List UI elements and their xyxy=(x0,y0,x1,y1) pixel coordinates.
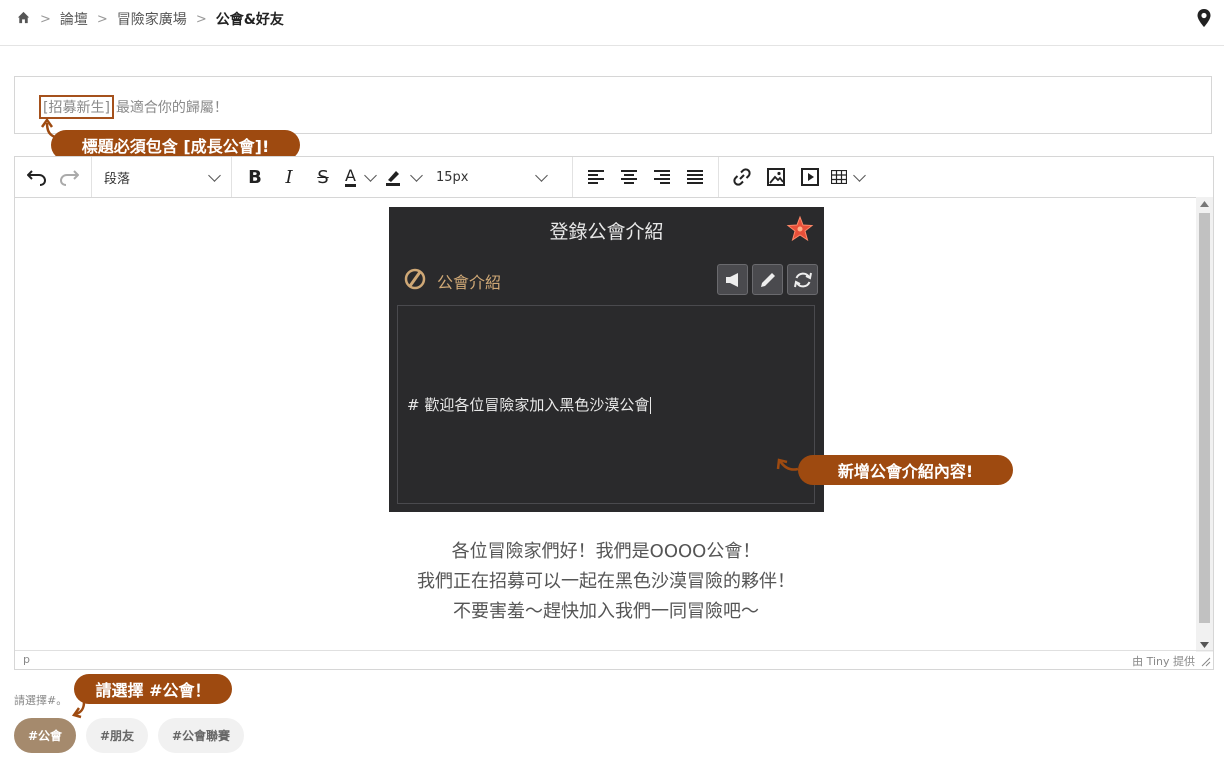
callout-arrow-icon xyxy=(71,701,86,719)
content-line: 不要害羞～趕快加入我們一同冒險吧～ xyxy=(453,601,759,622)
tag-list: #公會 #朋友 #公會聯賽 xyxy=(14,718,254,753)
game-text-line: # 歡迎各位冒險家加入黑色沙漠公會 xyxy=(407,394,652,415)
editor-statusbar: p 由 Tiny 提供 xyxy=(15,650,1213,669)
game-subtitle: 公會介紹 xyxy=(437,273,502,292)
toolbar-group-align xyxy=(573,157,719,197)
italic-icon[interactable]: I xyxy=(272,162,306,192)
link-icon[interactable] xyxy=(725,162,759,192)
location-pin-icon[interactable] xyxy=(1196,8,1212,32)
title-highlight: [招募新生] xyxy=(39,95,114,119)
guild-emblem-icon xyxy=(403,267,427,295)
tag-friend[interactable]: #朋友 xyxy=(86,718,148,753)
align-center-icon[interactable] xyxy=(612,162,645,192)
font-size-value: 15px xyxy=(436,169,469,185)
title-rest: 最適合你的歸屬！ xyxy=(115,100,228,116)
game-guild-intro-header: 公會介紹 xyxy=(403,267,501,295)
rich-text-editor[interactable]: 段落 B I S A 15px 登錄公會介紹 公會介紹 # 歡迎各位冒險家加入黑… xyxy=(14,156,1214,670)
scroll-down-icon[interactable] xyxy=(1200,642,1209,648)
align-left-icon[interactable] xyxy=(579,162,612,192)
font-size-select[interactable]: 15px xyxy=(430,162,552,192)
tag-guild[interactable]: #公會 xyxy=(14,718,76,753)
chevron-right-icon: > xyxy=(96,11,108,27)
star-icon xyxy=(786,215,814,247)
chevron-right-icon: > xyxy=(40,11,51,27)
editor-scrollbar[interactable] xyxy=(1196,197,1213,652)
editor-toolbar: 段落 B I S A 15px xyxy=(15,157,1213,198)
breadcrumb: > 論壇 > 冒險家廣場 > 公會&好友 xyxy=(16,9,284,29)
toolbar-group-format: 段落 xyxy=(92,157,232,197)
content-line: 我們正在招募可以一起在黑色沙漠冒險的夥伴！ xyxy=(417,571,795,592)
block-format-select[interactable]: 段落 xyxy=(98,162,225,192)
align-justify-icon[interactable] xyxy=(679,162,712,192)
redo-icon[interactable] xyxy=(53,162,85,192)
refresh-icon xyxy=(787,264,818,295)
editor-content[interactable]: 登錄公會介紹 公會介紹 # 歡迎各位冒險家加入黑色沙漠公會 各位冒險家們好！我們… xyxy=(15,197,1197,652)
pencil-icon xyxy=(752,264,783,295)
home-icon[interactable] xyxy=(16,10,31,29)
breadcrumb-item-current: 公會&好友 xyxy=(215,12,284,28)
toolbar-group-history xyxy=(15,157,92,197)
game-window-title: 登錄公會介紹 xyxy=(549,221,664,243)
strikethrough-icon[interactable]: S xyxy=(306,162,340,192)
callout-tag-rule: 請選擇 #公會！ xyxy=(74,674,232,704)
title-value: [招募新生] 最適合你的歸屬！ xyxy=(39,95,228,119)
callout-content-rule: 新增公會介紹內容! xyxy=(798,455,1013,485)
undo-icon[interactable] xyxy=(21,162,53,192)
editor-body-text[interactable]: 各位冒險家們好！我們是OOOO公會！ 我們正在招募可以一起在黑色沙漠冒險的夥伴！… xyxy=(15,537,1197,627)
scroll-up-icon[interactable] xyxy=(1200,201,1209,207)
toolbar-group-insert xyxy=(719,157,873,197)
tiny-brand-link[interactable]: 由 Tiny 提供 xyxy=(1132,653,1195,669)
chevron-down-icon xyxy=(535,168,548,182)
game-line-text: # 歡迎各位冒險家加入黑色沙漠公會 xyxy=(407,396,650,414)
align-right-icon[interactable] xyxy=(646,162,679,192)
element-path[interactable]: p xyxy=(23,653,30,666)
tag-guild-league[interactable]: #公會聯賽 xyxy=(158,718,244,753)
resize-handle-icon[interactable] xyxy=(1201,657,1211,667)
scrollbar-thumb[interactable] xyxy=(1199,213,1210,623)
block-format-value: 段落 xyxy=(104,171,131,187)
toolbar-group-text: B I S A 15px xyxy=(232,157,573,197)
content-line: 各位冒險家們好！我們是OOOO公會！ xyxy=(451,541,761,562)
text-cursor xyxy=(650,397,652,414)
breadcrumb-bar: > 論壇 > 冒險家廣場 > 公會&好友 xyxy=(0,0,1224,46)
title-input[interactable]: [招募新生] 最適合你的歸屬！ xyxy=(14,76,1212,134)
callout-arrow-icon xyxy=(776,458,799,471)
text-color-icon[interactable]: A xyxy=(340,162,380,192)
image-icon[interactable] xyxy=(759,162,793,192)
breadcrumb-item-adventurer-plaza[interactable]: 冒險家廣場 xyxy=(117,9,187,29)
bold-icon[interactable]: B xyxy=(238,162,272,192)
chevron-right-icon: > xyxy=(195,11,207,27)
tag-hint: 請選擇#。 xyxy=(14,694,68,707)
chevron-down-icon xyxy=(208,168,221,182)
table-icon[interactable] xyxy=(827,162,867,192)
media-icon[interactable] xyxy=(793,162,827,192)
megaphone-icon xyxy=(717,264,748,295)
game-text-area: # 歡迎各位冒險家加入黑色沙漠公會 xyxy=(397,305,815,504)
highlight-color-icon[interactable] xyxy=(380,162,424,192)
breadcrumb-item-forum[interactable]: 論壇 xyxy=(60,9,88,29)
game-screenshot: 登錄公會介紹 公會介紹 # 歡迎各位冒險家加入黑色沙漠公會 xyxy=(389,207,824,512)
